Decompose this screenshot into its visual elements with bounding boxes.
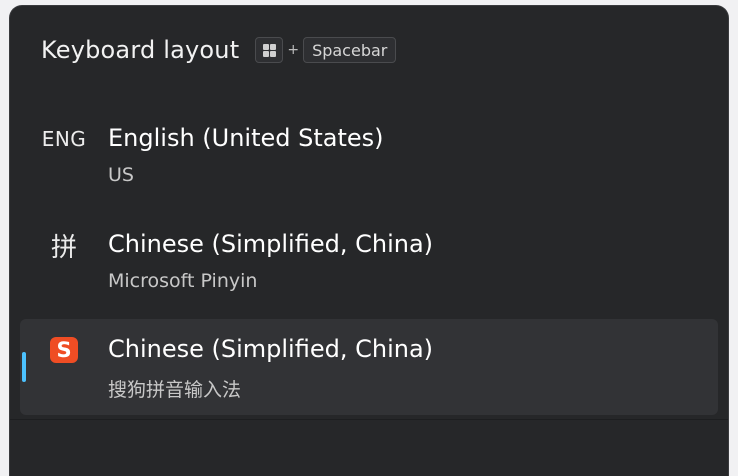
layout-glyph-pin: 拼 — [50, 232, 77, 263]
flyout-title: Keyboard layout — [41, 36, 240, 64]
layout-name: English (United States) — [108, 124, 384, 152]
layout-item-microsoft-pinyin[interactable]: 拼 Chinese (Simplified, China) Microsoft … — [20, 214, 718, 310]
shortcut-plus: + — [287, 42, 300, 58]
selected-indicator — [22, 352, 26, 382]
keyboard-layout-flyout: Keyboard layout + Spacebar ENG English (… — [10, 6, 728, 476]
layout-name: Chinese (Simplified, China) — [108, 230, 434, 258]
layout-glyph-sogou: S — [34, 333, 94, 367]
layout-sub: US — [108, 164, 134, 186]
windows-key — [255, 37, 284, 63]
windows-logo-icon — [262, 43, 276, 57]
layout-sub: Microsoft Pinyin — [108, 270, 258, 292]
shortcut-hint: + Spacebar — [255, 37, 397, 63]
flyout-header: Keyboard layout + Spacebar — [41, 34, 397, 66]
sogou-logo-icon: S — [50, 337, 78, 363]
layout-sub: 搜狗拼音输入法 — [108, 379, 242, 401]
bottom-divider — [10, 419, 728, 420]
layout-name: Chinese (Simplified, China) — [108, 335, 434, 363]
layout-item-english-us[interactable]: ENG English (United States) US — [20, 108, 718, 204]
layout-glyph-eng: ENG — [41, 127, 87, 151]
layout-item-sogou-pinyin[interactable]: S Chinese (Simplified, China) 搜狗拼音输入法 — [20, 319, 718, 415]
spacebar-key: Spacebar — [303, 37, 397, 63]
